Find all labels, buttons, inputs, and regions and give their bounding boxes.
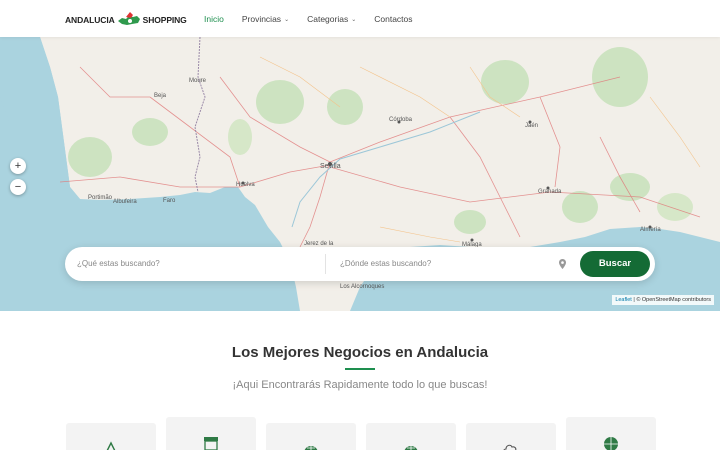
osm-attribution[interactable]: | © OpenStreetMap contributors bbox=[632, 297, 711, 303]
map-label-alcornoques: Los Alcornoques bbox=[340, 284, 384, 290]
category-card[interactable] bbox=[466, 423, 556, 450]
map-label-jaen: Jaén bbox=[525, 123, 538, 129]
globe-icon bbox=[402, 441, 420, 450]
search-bar: ¿Qué estas buscando? ¿Dónde estas buscan… bbox=[65, 247, 655, 281]
chevron-down-icon: ⌄ bbox=[351, 16, 357, 23]
map-label-almeria: Almería bbox=[640, 227, 661, 233]
search-button[interactable]: Buscar bbox=[580, 251, 650, 277]
nav-inicio[interactable]: Inicio bbox=[204, 14, 224, 24]
location-pin-icon[interactable] bbox=[558, 259, 567, 269]
map-label-huelva: Huelva bbox=[236, 182, 255, 188]
section-subtitle: ¡Aqui Encontrarás Rapidamente todo lo qu… bbox=[232, 379, 488, 391]
map-attribution: Leaflet | © OpenStreetMap contributors bbox=[612, 295, 714, 305]
section-title: Los Mejores Negocios en Andalucia bbox=[231, 344, 489, 361]
search-what-input[interactable]: ¿Qué estas buscando? bbox=[77, 259, 160, 268]
map-label-moure: Moure bbox=[189, 78, 207, 84]
andalucia-map-logo-icon bbox=[117, 12, 141, 28]
main-nav: Inicio Provincias ⌄ Categorias ⌄ Contactos bbox=[204, 14, 431, 24]
globe-icon bbox=[302, 441, 320, 450]
nav-label: Provincias bbox=[241, 14, 282, 24]
search-where-input[interactable]: ¿Dónde estas buscando? bbox=[340, 259, 431, 268]
title-underline bbox=[345, 368, 375, 370]
map-label-albufeira: Albufeira bbox=[113, 199, 137, 205]
map-label-cordoba: Córdoba bbox=[389, 117, 413, 123]
store-icon bbox=[202, 435, 220, 450]
zoom-in-button[interactable]: + bbox=[10, 158, 26, 174]
cloud-icon bbox=[502, 441, 520, 450]
map-label-faro: Faro bbox=[163, 198, 176, 204]
zoom-out-button[interactable]: − bbox=[10, 179, 26, 195]
globe-icon bbox=[602, 435, 620, 450]
leaflet-link[interactable]: Leaflet bbox=[615, 297, 632, 303]
site-logo[interactable]: ANDALUCIA SHOPPING bbox=[65, 10, 187, 30]
nav-contactos[interactable]: Contactos bbox=[374, 14, 412, 24]
category-card[interactable] bbox=[566, 417, 656, 450]
nav-label: Contactos bbox=[374, 14, 413, 24]
logo-text-right: SHOPPING bbox=[142, 15, 187, 25]
nav-categorias[interactable]: Categorias ⌄ bbox=[307, 14, 356, 24]
nav-label: Inicio bbox=[204, 14, 224, 24]
logo-text-left: ANDALUCIA bbox=[65, 15, 115, 25]
category-cards bbox=[66, 417, 656, 450]
map-label-beja: Beja bbox=[154, 93, 167, 99]
category-card[interactable] bbox=[166, 417, 256, 450]
nav-label: Categorias bbox=[307, 14, 349, 24]
site-header: ANDALUCIA SHOPPING Inicio Provincias ⌄ Ca… bbox=[0, 0, 720, 37]
recycle-icon bbox=[102, 441, 120, 450]
category-card[interactable] bbox=[366, 423, 456, 450]
chevron-down-icon: ⌄ bbox=[284, 16, 290, 23]
map-label-granada: Granada bbox=[538, 189, 562, 195]
map-container[interactable]: Sevilla Huelva Córdoba Granada Málaga Ja… bbox=[0, 37, 720, 311]
search-divider bbox=[325, 254, 326, 274]
category-card[interactable] bbox=[66, 423, 156, 450]
map-label-portimao: Portimão bbox=[88, 195, 113, 201]
category-card[interactable] bbox=[266, 423, 356, 450]
nav-provincias[interactable]: Provincias ⌄ bbox=[242, 14, 289, 24]
map-label-sevilla: Sevilla bbox=[320, 163, 341, 170]
